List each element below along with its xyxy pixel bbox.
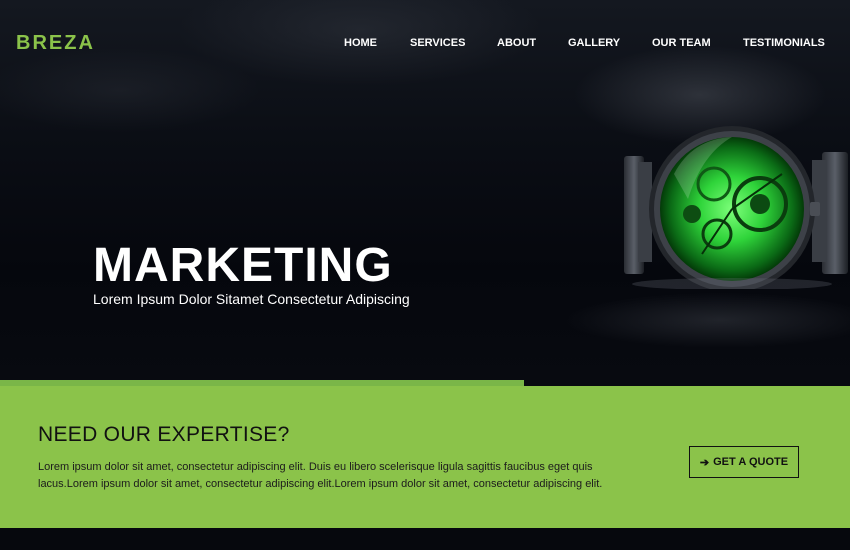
nav-item-about[interactable]: ABOUT <box>497 37 536 49</box>
main-nav: HOME SERVICES ABOUT GALLERY OUR TEAM TES… <box>0 37 850 51</box>
cta-description: Lorem ipsum dolor sit amet, consectetur … <box>38 461 603 490</box>
wristwatch-image <box>624 126 848 289</box>
hero-subtitle: Lorem Ipsum Dolor Sitamet Consectetur Ad… <box>93 291 410 307</box>
cta-section: NEED OUR EXPERTISE? Lorem ipsum dolor si… <box>0 386 850 528</box>
get-a-quote-button[interactable]: ➔ GET A QUOTE <box>689 446 799 478</box>
hero-section: BREZA HOME SERVICES ABOUT GALLERY OUR TE… <box>0 0 850 386</box>
get-a-quote-label: GET A QUOTE <box>713 456 789 468</box>
hero-title: MARKETING <box>93 239 393 292</box>
nav-item-home[interactable]: HOME <box>344 37 377 49</box>
nav-item-testimonials[interactable]: TESTIMONIALS <box>743 37 825 49</box>
nav-item-gallery[interactable]: GALLERY <box>568 37 620 49</box>
cta-heading: NEED OUR EXPERTISE? <box>38 423 290 446</box>
nav-item-services[interactable]: SERVICES <box>410 37 465 49</box>
arrow-right-icon: ➔ <box>699 456 710 469</box>
nav-item-our-team[interactable]: OUR TEAM <box>652 37 711 49</box>
footer-strip <box>0 528 850 550</box>
